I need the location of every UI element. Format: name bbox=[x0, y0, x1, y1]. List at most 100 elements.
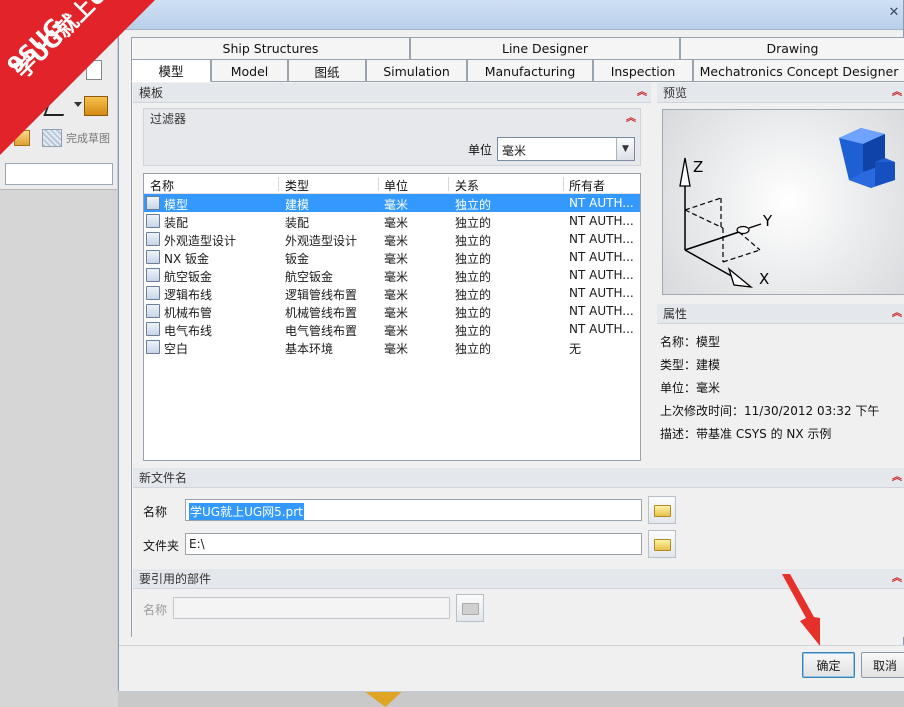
collapse-chevron-icon[interactable]: ︽ bbox=[626, 109, 636, 129]
unit-label: 单位 bbox=[468, 143, 493, 157]
tab-row-lower: 模型 Model 图纸 Simulation Manufacturing Ins… bbox=[131, 59, 904, 82]
template-row-relation: 独立的 bbox=[455, 198, 492, 212]
template-row[interactable]: 外观造型设计 外观造型设计 毫米 独立的 NT AUTH... bbox=[144, 230, 640, 248]
ok-button[interactable]: 确定 bbox=[802, 652, 855, 678]
dialog-titlebar: ✕ bbox=[119, 0, 903, 30]
template-row[interactable]: 空白 基本环境 毫米 独立的 无 bbox=[144, 338, 640, 356]
preview-group: 预览 ︽ Z Y X bbox=[657, 83, 904, 297]
new-file-group: 新文件名 ︽ 名称 学UG就上UG网5.prt 文件夹 E:\ bbox=[133, 468, 904, 564]
folder-icon bbox=[654, 505, 671, 517]
chevron-down-icon[interactable]: ▼ bbox=[616, 138, 634, 160]
properties-group-header[interactable]: 属性 ︽ bbox=[657, 304, 904, 324]
template-row-relation: 独立的 bbox=[455, 216, 492, 230]
background-command-input[interactable] bbox=[5, 163, 113, 185]
property-value: 模型 bbox=[696, 335, 721, 349]
property-label: 上次修改时间： bbox=[660, 404, 745, 418]
template-row-type: 基本环境 bbox=[285, 342, 334, 356]
template-list[interactable]: 名称 类型 单位 关系 所有者 模型 建模 毫米 独立的 NT AUTH... 装配 装配毫… bbox=[143, 173, 641, 461]
property-value: 建模 bbox=[696, 358, 721, 372]
template-row-name: NX 钣金 bbox=[164, 252, 210, 266]
template-group: 模板 ︽ 过滤器 ︽ 单位 毫米 ▼ 名称 类型 单位 关系 所有者 模型 建模… bbox=[133, 83, 651, 465]
template-row-relation: 独立的 bbox=[455, 234, 492, 248]
tab-model[interactable]: Model bbox=[211, 59, 288, 82]
template-row[interactable]: 逻辑布线 逻辑管线布置 毫米 独立的 NT AUTH... bbox=[144, 284, 640, 302]
property-description: 描述：带基准 CSYS 的 NX 示例 bbox=[660, 425, 831, 442]
property-type: 类型：建模 bbox=[660, 356, 720, 373]
template-row[interactable]: NX 钣金 钣金 毫米 独立的 NT AUTH... bbox=[144, 248, 640, 266]
filter-subgroup-title: 过滤器 bbox=[150, 112, 187, 126]
column-header-type[interactable]: 类型 bbox=[285, 177, 309, 194]
tab-row-upper: Ship Structures Line Designer Drawing bbox=[131, 37, 904, 59]
browse-reference-button bbox=[456, 594, 484, 622]
folder-label: 文件夹 bbox=[143, 539, 180, 553]
template-row-unit: 毫米 bbox=[384, 234, 409, 248]
column-header-name[interactable]: 名称 bbox=[150, 177, 174, 194]
column-header-unit[interactable]: 单位 bbox=[384, 177, 408, 194]
filter-subgroup-header[interactable]: 过滤器 ︽ bbox=[144, 109, 640, 129]
tab-line-designer[interactable]: Line Designer bbox=[410, 37, 680, 59]
column-divider bbox=[278, 177, 279, 191]
reference-name-input bbox=[173, 597, 450, 619]
template-row-owner: NT AUTH... bbox=[569, 286, 634, 300]
template-row[interactable]: 航空钣金 航空钣金 毫米 独立的 NT AUTH... bbox=[144, 266, 640, 284]
axis-x-label: X bbox=[759, 270, 769, 288]
tab-drawing-cn[interactable]: 图纸 bbox=[288, 59, 366, 82]
property-name: 名称：模型 bbox=[660, 333, 720, 350]
template-row-unit: 毫米 bbox=[384, 252, 409, 266]
column-header-owner[interactable]: 所有者 bbox=[569, 177, 605, 194]
unit-select[interactable]: 毫米 ▼ bbox=[497, 137, 635, 161]
template-row-name: 外观造型设计 bbox=[164, 234, 237, 248]
collapse-chevron-icon[interactable]: ︽ bbox=[637, 83, 647, 103]
collapse-chevron-icon[interactable]: ︽ bbox=[892, 304, 902, 324]
property-value: 11/30/2012 03:32 下午 bbox=[744, 404, 880, 418]
property-label: 描述： bbox=[660, 427, 697, 441]
folder-icon bbox=[654, 539, 671, 551]
tab-ship-structures[interactable]: Ship Structures bbox=[131, 37, 410, 59]
folder-input[interactable]: E:\ bbox=[185, 533, 642, 555]
new-file-group-header[interactable]: 新文件名 ︽ bbox=[133, 468, 904, 488]
folder-icon bbox=[462, 603, 479, 615]
model-cube-icon bbox=[839, 128, 895, 188]
tab-mechatronics[interactable]: Mechatronics Concept Designer bbox=[693, 59, 904, 82]
collapse-chevron-icon[interactable]: ︽ bbox=[892, 468, 902, 488]
template-row[interactable]: 模型 建模 毫米 独立的 NT AUTH... bbox=[144, 194, 640, 212]
template-row-unit: 毫米 bbox=[384, 288, 409, 302]
template-row-relation: 独立的 bbox=[455, 324, 492, 338]
dialog-button-bar: 确定 取消 bbox=[119, 645, 904, 691]
tab-content: 模板 ︽ 过滤器 ︽ 单位 毫米 ▼ 名称 类型 单位 关系 所有者 模型 建模… bbox=[131, 81, 904, 637]
blank-icon bbox=[146, 340, 160, 354]
file-name-input[interactable]: 学UG就上UG网5.prt bbox=[185, 499, 642, 521]
collapse-chevron-icon[interactable]: ︽ bbox=[892, 83, 902, 103]
template-row-name: 航空钣金 bbox=[164, 270, 213, 284]
column-header-relation[interactable]: 关系 bbox=[455, 177, 479, 194]
model-icon bbox=[146, 196, 160, 210]
tab-drawing[interactable]: Drawing bbox=[680, 37, 904, 59]
template-row-name: 空白 bbox=[164, 342, 189, 356]
tab-simulation[interactable]: Simulation bbox=[366, 59, 467, 82]
new-file-group-title: 新文件名 bbox=[139, 471, 188, 485]
property-value: 带基准 CSYS 的 NX 示例 bbox=[696, 427, 832, 441]
template-row-owner: NT AUTH... bbox=[569, 268, 634, 282]
tab-manufacturing[interactable]: Manufacturing bbox=[467, 59, 593, 82]
template-row[interactable]: 装配 装配 毫米 独立的 NT AUTH... bbox=[144, 212, 640, 230]
filter-subgroup: 过滤器 ︽ 单位 毫米 ▼ bbox=[143, 108, 641, 166]
close-icon[interactable]: ✕ bbox=[887, 6, 901, 20]
template-row[interactable]: 机械布管 机械管线布置 毫米 独立的 NT AUTH... bbox=[144, 302, 640, 320]
cancel-button[interactable]: 取消 bbox=[861, 652, 904, 678]
preview-group-header[interactable]: 预览 ︽ bbox=[657, 83, 904, 103]
template-row[interactable]: 电气布线 电气管线布置 毫米 独立的 NT AUTH... bbox=[144, 320, 640, 338]
file-name-label: 名称 bbox=[143, 505, 168, 519]
template-row-type: 航空钣金 bbox=[285, 270, 334, 284]
tab-inspection[interactable]: Inspection bbox=[593, 59, 693, 82]
template-row-unit: 毫米 bbox=[384, 342, 409, 356]
sheet-metal-icon bbox=[146, 250, 160, 264]
properties-group-title: 属性 bbox=[663, 307, 688, 321]
collapse-chevron-icon[interactable]: ︽ bbox=[892, 569, 902, 589]
browse-folder-button[interactable] bbox=[648, 530, 676, 558]
template-row-unit: 毫米 bbox=[384, 324, 409, 338]
browse-name-button[interactable] bbox=[648, 496, 676, 524]
property-label: 类型： bbox=[660, 358, 697, 372]
template-row-type: 机械管线布置 bbox=[285, 306, 358, 320]
template-row-owner: NT AUTH... bbox=[569, 232, 634, 246]
template-group-header[interactable]: 模板 ︽ bbox=[133, 83, 651, 103]
